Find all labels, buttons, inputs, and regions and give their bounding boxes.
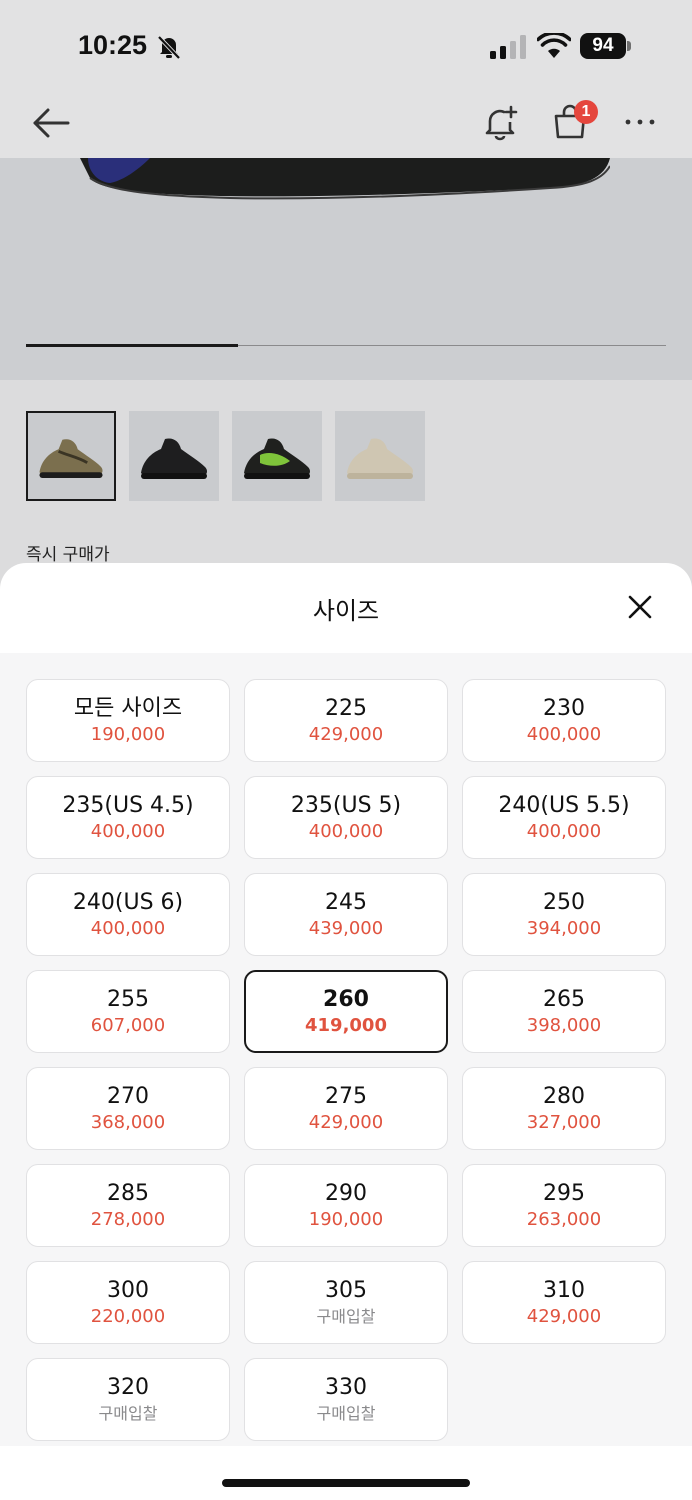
- size-price: 429,000: [526, 1305, 602, 1327]
- size-option[interactable]: 245 439,000: [244, 873, 448, 956]
- size-option[interactable]: 250 394,000: [462, 873, 666, 956]
- size-price: 394,000: [526, 917, 602, 939]
- size-option[interactable]: 265 398,000: [462, 970, 666, 1053]
- instant-buy-price-label: 즉시 구매가: [26, 545, 110, 565]
- thumbnail-tan[interactable]: [26, 411, 116, 501]
- size-price: 구매입찰: [316, 1403, 376, 1423]
- size-label: 240(US 5.5): [498, 792, 630, 818]
- size-price: 419,000: [305, 1014, 387, 1036]
- size-label: 310: [543, 1277, 585, 1303]
- size-price: 439,000: [308, 917, 384, 939]
- thumbnail-black[interactable]: [129, 411, 219, 501]
- size-label: 모든 사이즈: [73, 695, 183, 721]
- size-price: 327,000: [526, 1111, 602, 1133]
- size-option[interactable]: 235(US 5) 400,000: [244, 776, 448, 859]
- size-option[interactable]: 280 327,000: [462, 1067, 666, 1150]
- size-label: 330: [325, 1374, 367, 1400]
- size-option[interactable]: 295 263,000: [462, 1164, 666, 1247]
- size-price: 190,000: [308, 1208, 384, 1230]
- shoe-thumbnail-black-icon: [141, 438, 207, 479]
- back-arrow-icon[interactable]: [30, 104, 72, 142]
- size-price: 278,000: [90, 1208, 166, 1230]
- add-alert-bell-icon[interactable]: [480, 102, 520, 142]
- size-price: 398,000: [526, 1014, 602, 1036]
- size-grid-area: 모든 사이즈 190,000 225 429,000 230 400,000 235(US …: [0, 653, 692, 1446]
- shoe-thumbnail-tan-icon: [39, 439, 103, 478]
- size-label: 280: [543, 1083, 585, 1109]
- size-option[interactable]: 240(US 6) 400,000: [26, 873, 230, 956]
- size-option[interactable]: 285 278,000: [26, 1164, 230, 1247]
- wifi-icon: [537, 33, 571, 58]
- size-label: 275: [325, 1083, 367, 1109]
- size-label: 260: [323, 986, 369, 1012]
- size-label: 320: [107, 1374, 149, 1400]
- battery-nub: [627, 41, 631, 51]
- product-shoe-image: [80, 158, 610, 200]
- size-price: 220,000: [90, 1305, 166, 1327]
- size-option[interactable]: 270 368,000: [26, 1067, 230, 1150]
- size-label: 305: [325, 1277, 367, 1303]
- status-time: 10:25: [78, 30, 148, 60]
- size-option[interactable]: 260 419,000: [244, 970, 448, 1053]
- size-label: 245: [325, 889, 367, 915]
- carousel-progress-fill: [26, 344, 238, 347]
- size-label: 285: [107, 1180, 149, 1206]
- size-option[interactable]: 225 429,000: [244, 679, 448, 762]
- size-label: 250: [543, 889, 585, 915]
- size-price: 400,000: [526, 723, 602, 745]
- size-option[interactable]: 255 607,000: [26, 970, 230, 1053]
- thumbnail-cream[interactable]: [335, 411, 425, 501]
- size-option[interactable]: 275 429,000: [244, 1067, 448, 1150]
- cart-count-badge: 1: [574, 100, 598, 124]
- muted-bell-icon: [157, 35, 181, 60]
- shoe-thumbnail-cream-icon: [347, 438, 413, 479]
- sheet-header: 사이즈: [0, 563, 692, 653]
- battery-indicator: 94: [580, 33, 626, 59]
- size-grid: 모든 사이즈 190,000 225 429,000 230 400,000 235(US …: [26, 679, 666, 1441]
- size-label: 225: [325, 695, 367, 721]
- signal-icon: [490, 35, 526, 59]
- size-price: 607,000: [90, 1014, 166, 1036]
- size-label: 295: [543, 1180, 585, 1206]
- size-label: 235(US 4.5): [62, 792, 194, 818]
- size-option[interactable]: 모든 사이즈 190,000: [26, 679, 230, 762]
- status-bar: 10:25 94: [0, 0, 692, 92]
- size-option[interactable]: 310 429,000: [462, 1261, 666, 1344]
- size-label: 230: [543, 695, 585, 721]
- size-label: 255: [107, 986, 149, 1012]
- shoe-thumbnail-green-icon: [244, 438, 310, 479]
- home-indicator: [222, 1479, 470, 1487]
- size-price: 구매입찰: [316, 1306, 376, 1326]
- size-price: 400,000: [90, 917, 166, 939]
- size-label: 235(US 5): [290, 792, 402, 818]
- size-label: 290: [325, 1180, 367, 1206]
- size-option[interactable]: 330 구매입찰: [244, 1358, 448, 1441]
- size-option[interactable]: 290 190,000: [244, 1164, 448, 1247]
- size-price: 263,000: [526, 1208, 602, 1230]
- size-label: 265: [543, 986, 585, 1012]
- sheet-title: 사이즈: [312, 597, 380, 625]
- size-option[interactable]: 320 구매입찰: [26, 1358, 230, 1441]
- size-label: 270: [107, 1083, 149, 1109]
- size-price: 429,000: [308, 723, 384, 745]
- size-price: 190,000: [90, 723, 166, 745]
- size-price: 400,000: [526, 820, 602, 842]
- size-option[interactable]: 240(US 5.5) 400,000: [462, 776, 666, 859]
- close-icon[interactable]: [626, 593, 654, 621]
- more-options-icon[interactable]: [622, 110, 658, 134]
- thumbnail-green[interactable]: [232, 411, 322, 501]
- size-option[interactable]: 305 구매입찰: [244, 1261, 448, 1344]
- size-label: 300: [107, 1277, 149, 1303]
- size-price: 구매입찰: [98, 1403, 158, 1423]
- size-option[interactable]: 230 400,000: [462, 679, 666, 762]
- size-price: 400,000: [90, 820, 166, 842]
- size-label: 240(US 6): [72, 889, 184, 915]
- size-option[interactable]: 300 220,000: [26, 1261, 230, 1344]
- size-price: 429,000: [308, 1111, 384, 1133]
- size-option[interactable]: 235(US 4.5) 400,000: [26, 776, 230, 859]
- size-bottom-sheet: 사이즈 모든 사이즈 190,000 225 429,000 230 400,000 235…: [0, 563, 692, 1500]
- size-price: 368,000: [90, 1111, 166, 1133]
- size-price: 400,000: [308, 820, 384, 842]
